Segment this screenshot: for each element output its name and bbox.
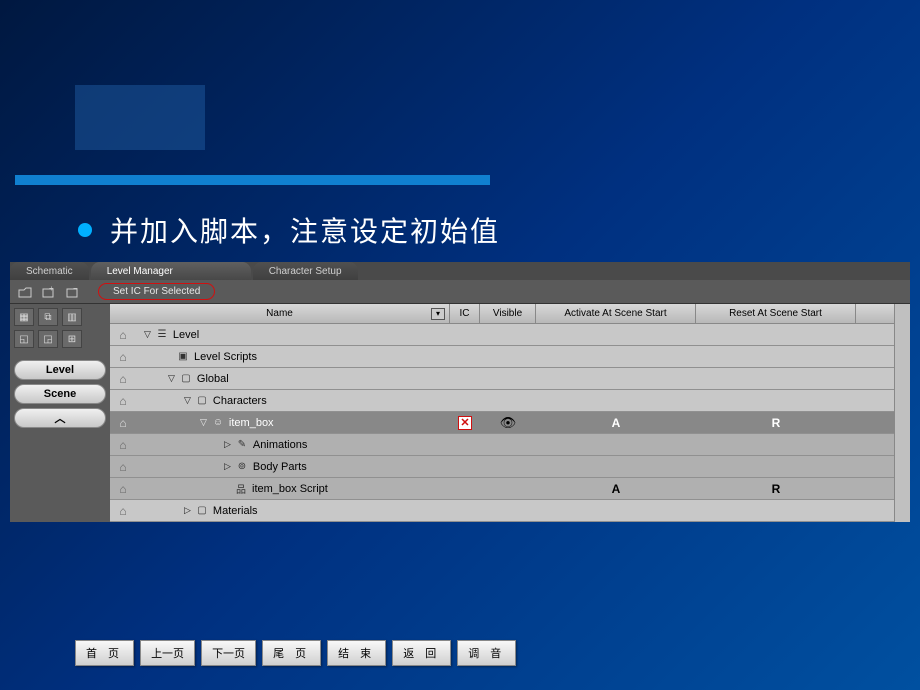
decorative-box [75, 85, 205, 150]
bullet-icon [78, 223, 92, 237]
row-characters[interactable]: ⌂ ▽▢Characters [110, 390, 894, 412]
tab-schematic[interactable]: Schematic [10, 262, 89, 280]
folder-icon: ▢ [179, 373, 193, 385]
scrollbar-vertical[interactable] [894, 304, 910, 522]
col-ic[interactable]: IC [450, 304, 480, 323]
side-icon-4[interactable]: ◱ [14, 330, 34, 348]
level-icon: ☰ [155, 329, 169, 341]
folder-icon: ▢ [195, 395, 209, 407]
folder-up-icon[interactable] [16, 284, 34, 300]
bodyparts-icon: ⊚ [235, 461, 249, 473]
side-icon-5[interactable]: ◲ [38, 330, 58, 348]
underline-bar [15, 175, 490, 185]
side-icon-2[interactable]: ⧉ [38, 308, 58, 326]
col-visible[interactable]: Visible [480, 304, 536, 323]
nav-end[interactable]: 结 束 [327, 640, 386, 666]
level-button[interactable]: Level [14, 360, 106, 380]
expand-icon[interactable]: ▷ [224, 439, 231, 450]
svg-text:−: − [73, 286, 78, 293]
activate-flag[interactable]: A [536, 416, 696, 430]
nav-first[interactable]: 首 页 [75, 640, 134, 666]
character-icon: ☺ [211, 417, 225, 429]
lock-icon: ⌂ [110, 372, 136, 386]
lock-icon: ⌂ [110, 438, 136, 452]
table-header: Name▾ IC Visible Activate At Scene Start… [110, 304, 894, 324]
lock-icon: ⌂ [110, 482, 136, 496]
nav-prev[interactable]: 上一页 [140, 640, 195, 666]
script-icon: 品 [234, 483, 248, 495]
expand-icon[interactable]: ▽ [168, 373, 175, 384]
tab-bar: Schematic Level Manager Character Setup [10, 262, 910, 280]
side-toolbar: ▦ ⧉ ▥ ◱ ◲ ⊞ Level Scene ︿ [10, 304, 110, 522]
side-icon-3[interactable]: ▥ [62, 308, 82, 326]
slide-nav: 首 页 上一页 下一页 尾 页 结 束 返 回 调 音 [75, 640, 516, 666]
tree-table: Name▾ IC Visible Activate At Scene Start… [110, 304, 894, 522]
row-item-box[interactable]: ⌂ ▽☺item_box ✕ 👁 A R [110, 412, 894, 434]
expand-icon[interactable]: ▽ [200, 417, 207, 428]
activate-flag[interactable]: A [536, 482, 696, 496]
nav-next[interactable]: 下一页 [201, 640, 256, 666]
side-icon-1[interactable]: ▦ [14, 308, 34, 326]
row-animations[interactable]: ⌂ ▷✎Animations [110, 434, 894, 456]
row-level[interactable]: ⌂ ▽☰Level [110, 324, 894, 346]
row-body-parts[interactable]: ⌂ ▷⊚Body Parts [110, 456, 894, 478]
eye-icon[interactable]: 👁 [480, 415, 536, 431]
expand-icon[interactable]: ▽ [144, 329, 151, 340]
dropdown-icon[interactable]: ▾ [431, 308, 445, 320]
svg-text:+: + [49, 286, 54, 293]
expand-icon[interactable]: ▷ [184, 505, 191, 516]
caption-row: 并加入脚本，注意设定初始值 [78, 210, 500, 250]
level-manager-panel: Schematic Level Manager Character Setup … [10, 262, 910, 522]
collapse-button[interactable]: ︿ [14, 408, 106, 428]
tab-level-manager[interactable]: Level Manager [91, 262, 251, 280]
lock-icon: ⌂ [110, 328, 136, 342]
tab-character-setup[interactable]: Character Setup [253, 262, 358, 280]
row-item-box-script[interactable]: ⌂ 品item_box Script A R [110, 478, 894, 500]
scene-button[interactable]: Scene [14, 384, 106, 404]
row-level-scripts[interactable]: ⌂ ▣Level Scripts [110, 346, 894, 368]
caption-text: 并加入脚本，注意设定初始值 [110, 210, 500, 250]
lock-icon: ⌂ [110, 416, 136, 430]
add-folder-icon[interactable]: + [40, 284, 58, 300]
ic-marker[interactable]: ✕ [458, 416, 472, 430]
reset-flag[interactable]: R [696, 482, 856, 496]
animation-icon: ✎ [235, 439, 249, 451]
nav-last[interactable]: 尾 页 [262, 640, 321, 666]
nav-audio[interactable]: 调 音 [457, 640, 516, 666]
expand-icon[interactable]: ▷ [224, 461, 231, 472]
folder-icon: ▢ [195, 505, 209, 517]
col-reset[interactable]: Reset At Scene Start [696, 304, 856, 323]
nav-back[interactable]: 返 回 [392, 640, 451, 666]
lock-icon: ⌂ [110, 504, 136, 518]
row-global[interactable]: ⌂ ▽▢Global [110, 368, 894, 390]
expand-icon[interactable]: ▽ [184, 395, 191, 406]
lock-icon: ⌂ [110, 394, 136, 408]
col-name[interactable]: Name▾ [110, 304, 450, 323]
row-materials[interactable]: ⌂ ▷▢Materials [110, 500, 894, 522]
lock-icon: ⌂ [110, 350, 136, 364]
script-icon: ▣ [176, 351, 190, 363]
remove-folder-icon[interactable]: − [64, 284, 82, 300]
toolbar: + − Set IC For Selected [10, 280, 910, 304]
lock-icon: ⌂ [110, 460, 136, 474]
side-icon-6[interactable]: ⊞ [62, 330, 82, 348]
panel-body: ▦ ⧉ ▥ ◱ ◲ ⊞ Level Scene ︿ Name▾ IC Visib… [10, 304, 910, 522]
reset-flag[interactable]: R [696, 416, 856, 430]
set-ic-button[interactable]: Set IC For Selected [98, 283, 215, 300]
col-activate[interactable]: Activate At Scene Start [536, 304, 696, 323]
